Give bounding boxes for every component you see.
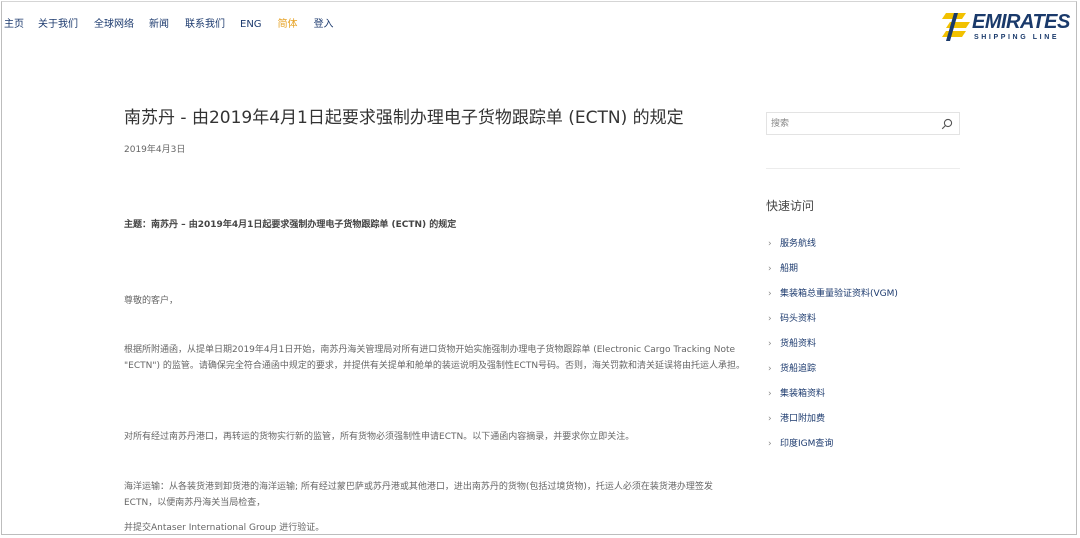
quick-link-container-info[interactable]: 集装箱资料 <box>780 388 825 400</box>
article-date: 2019年4月3日 <box>124 145 186 155</box>
top-nav: 主页 关于我们 全球网络 新闻 联系我们 ENG 简体 登入 <box>2 17 334 33</box>
search-box <box>766 112 960 135</box>
nav-login[interactable]: 登入 <box>314 17 334 33</box>
chevron-right-icon: › <box>768 364 772 374</box>
article-title: 南苏丹 - 由2019年4月1日起要求强制办理电子货物跟踪单 (ECTN) 的规… <box>124 108 684 128</box>
article-paragraph-3: 海洋运输：从各装货港到卸货港的海洋运输; 所有经过蒙巴萨或苏丹港或其他港口，进出… <box>124 482 713 508</box>
chevron-right-icon: › <box>768 314 772 324</box>
browser-frame: 主页 关于我们 全球网络 新闻 联系我们 ENG 简体 登入 EMIRATES … <box>1 1 1077 535</box>
emirates-logo[interactable]: EMIRATES SHIPPING LINE <box>942 10 1076 44</box>
article-paragraph-4: 并提交Antaser International Group 进行验证。 <box>124 523 325 533</box>
quick-link-vessel-info[interactable]: 货船资料 <box>780 338 816 350</box>
nav-news[interactable]: 新闻 <box>149 17 169 33</box>
chevron-right-icon: › <box>768 439 772 449</box>
nav-global-network[interactable]: 全球网络 <box>94 17 134 33</box>
nav-english[interactable]: ENG <box>240 17 262 33</box>
chevron-right-icon: › <box>768 414 772 424</box>
quick-link-port-surcharge[interactable]: 港口附加费 <box>780 413 825 425</box>
search-icon[interactable] <box>941 118 953 130</box>
search-input[interactable] <box>771 116 931 131</box>
nav-simplified-chinese[interactable]: 简体 <box>278 17 298 33</box>
chevron-right-icon: › <box>768 339 772 349</box>
chevron-right-icon: › <box>768 289 772 299</box>
nav-home[interactable]: 主页 <box>4 17 24 33</box>
article-subject: 主题：南苏丹 – 由2019年4月1日起要求强制办理电子货物跟踪单 (ECTN)… <box>124 220 457 230</box>
quick-link-india-igm[interactable]: 印度IGM查询 <box>780 438 833 450</box>
quick-access-title: 快速访问 <box>766 199 815 213</box>
logo-tagline: SHIPPING LINE <box>974 34 1060 41</box>
chevron-right-icon: › <box>768 239 772 249</box>
quick-link-terminal[interactable]: 码头资料 <box>780 313 816 325</box>
quick-link-schedule[interactable]: 船期 <box>780 263 798 275</box>
emirates-emblem-icon <box>942 13 970 41</box>
nav-about[interactable]: 关于我们 <box>38 17 78 33</box>
quick-link-services[interactable]: 服务航线 <box>780 238 816 250</box>
quick-link-vgm[interactable]: 集装箱总重量验证资料(VGM) <box>780 288 898 300</box>
chevron-right-icon: › <box>768 389 772 399</box>
article-paragraph-1: 根据所附通函，从提单日期2019年4月1日开始，南苏丹海关管理局对所有进口货物开… <box>124 345 746 371</box>
article-paragraph-2: 对所有经过南苏丹港口，再转运的货物实行新的监管，所有货物必须强制性申请ECTN。… <box>124 432 635 442</box>
article-greeting: 尊敬的客户， <box>124 296 179 306</box>
logo-wordmark: EMIRATES <box>972 11 1070 33</box>
sidebar-divider <box>766 168 960 169</box>
quick-link-vessel-tracking[interactable]: 货船追踪 <box>780 363 816 375</box>
nav-contact[interactable]: 联系我们 <box>185 17 225 33</box>
chevron-right-icon: › <box>768 264 772 274</box>
